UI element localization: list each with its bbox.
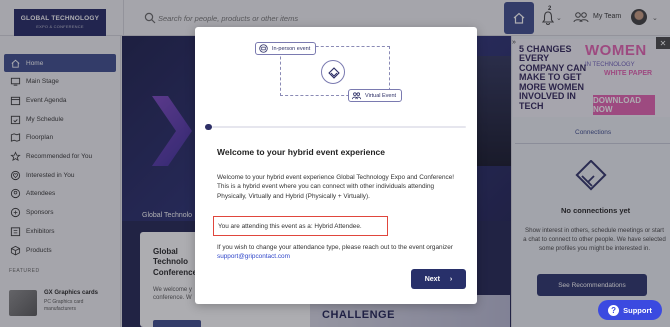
- question-icon: ?: [608, 304, 620, 316]
- hybrid-circle: [321, 60, 345, 84]
- modal-title: Welcome to your hybrid event experience: [217, 147, 386, 157]
- attendance-type-notice: You are attending this event as a: Hybri…: [213, 216, 388, 236]
- step-progress-indicator: [205, 124, 212, 130]
- in-person-icon: [259, 44, 268, 53]
- modal-body-text: Welcome to your hybrid event experience …: [217, 174, 455, 200]
- support-button[interactable]: ? Support: [598, 300, 662, 320]
- step-progress-track: [212, 126, 466, 128]
- handshake-icon: [328, 67, 340, 79]
- change-attendance-text: If you wish to change your attendance ty…: [217, 244, 453, 261]
- virtual-people-icon: [352, 92, 361, 100]
- support-email-link[interactable]: support@gripcontact.com: [217, 253, 290, 260]
- virtual-event-chip: Virtual Event: [348, 89, 403, 102]
- next-button[interactable]: Next ›: [411, 269, 466, 289]
- chevron-right-icon: ›: [449, 275, 453, 283]
- in-person-chip: In-person event: [255, 42, 317, 55]
